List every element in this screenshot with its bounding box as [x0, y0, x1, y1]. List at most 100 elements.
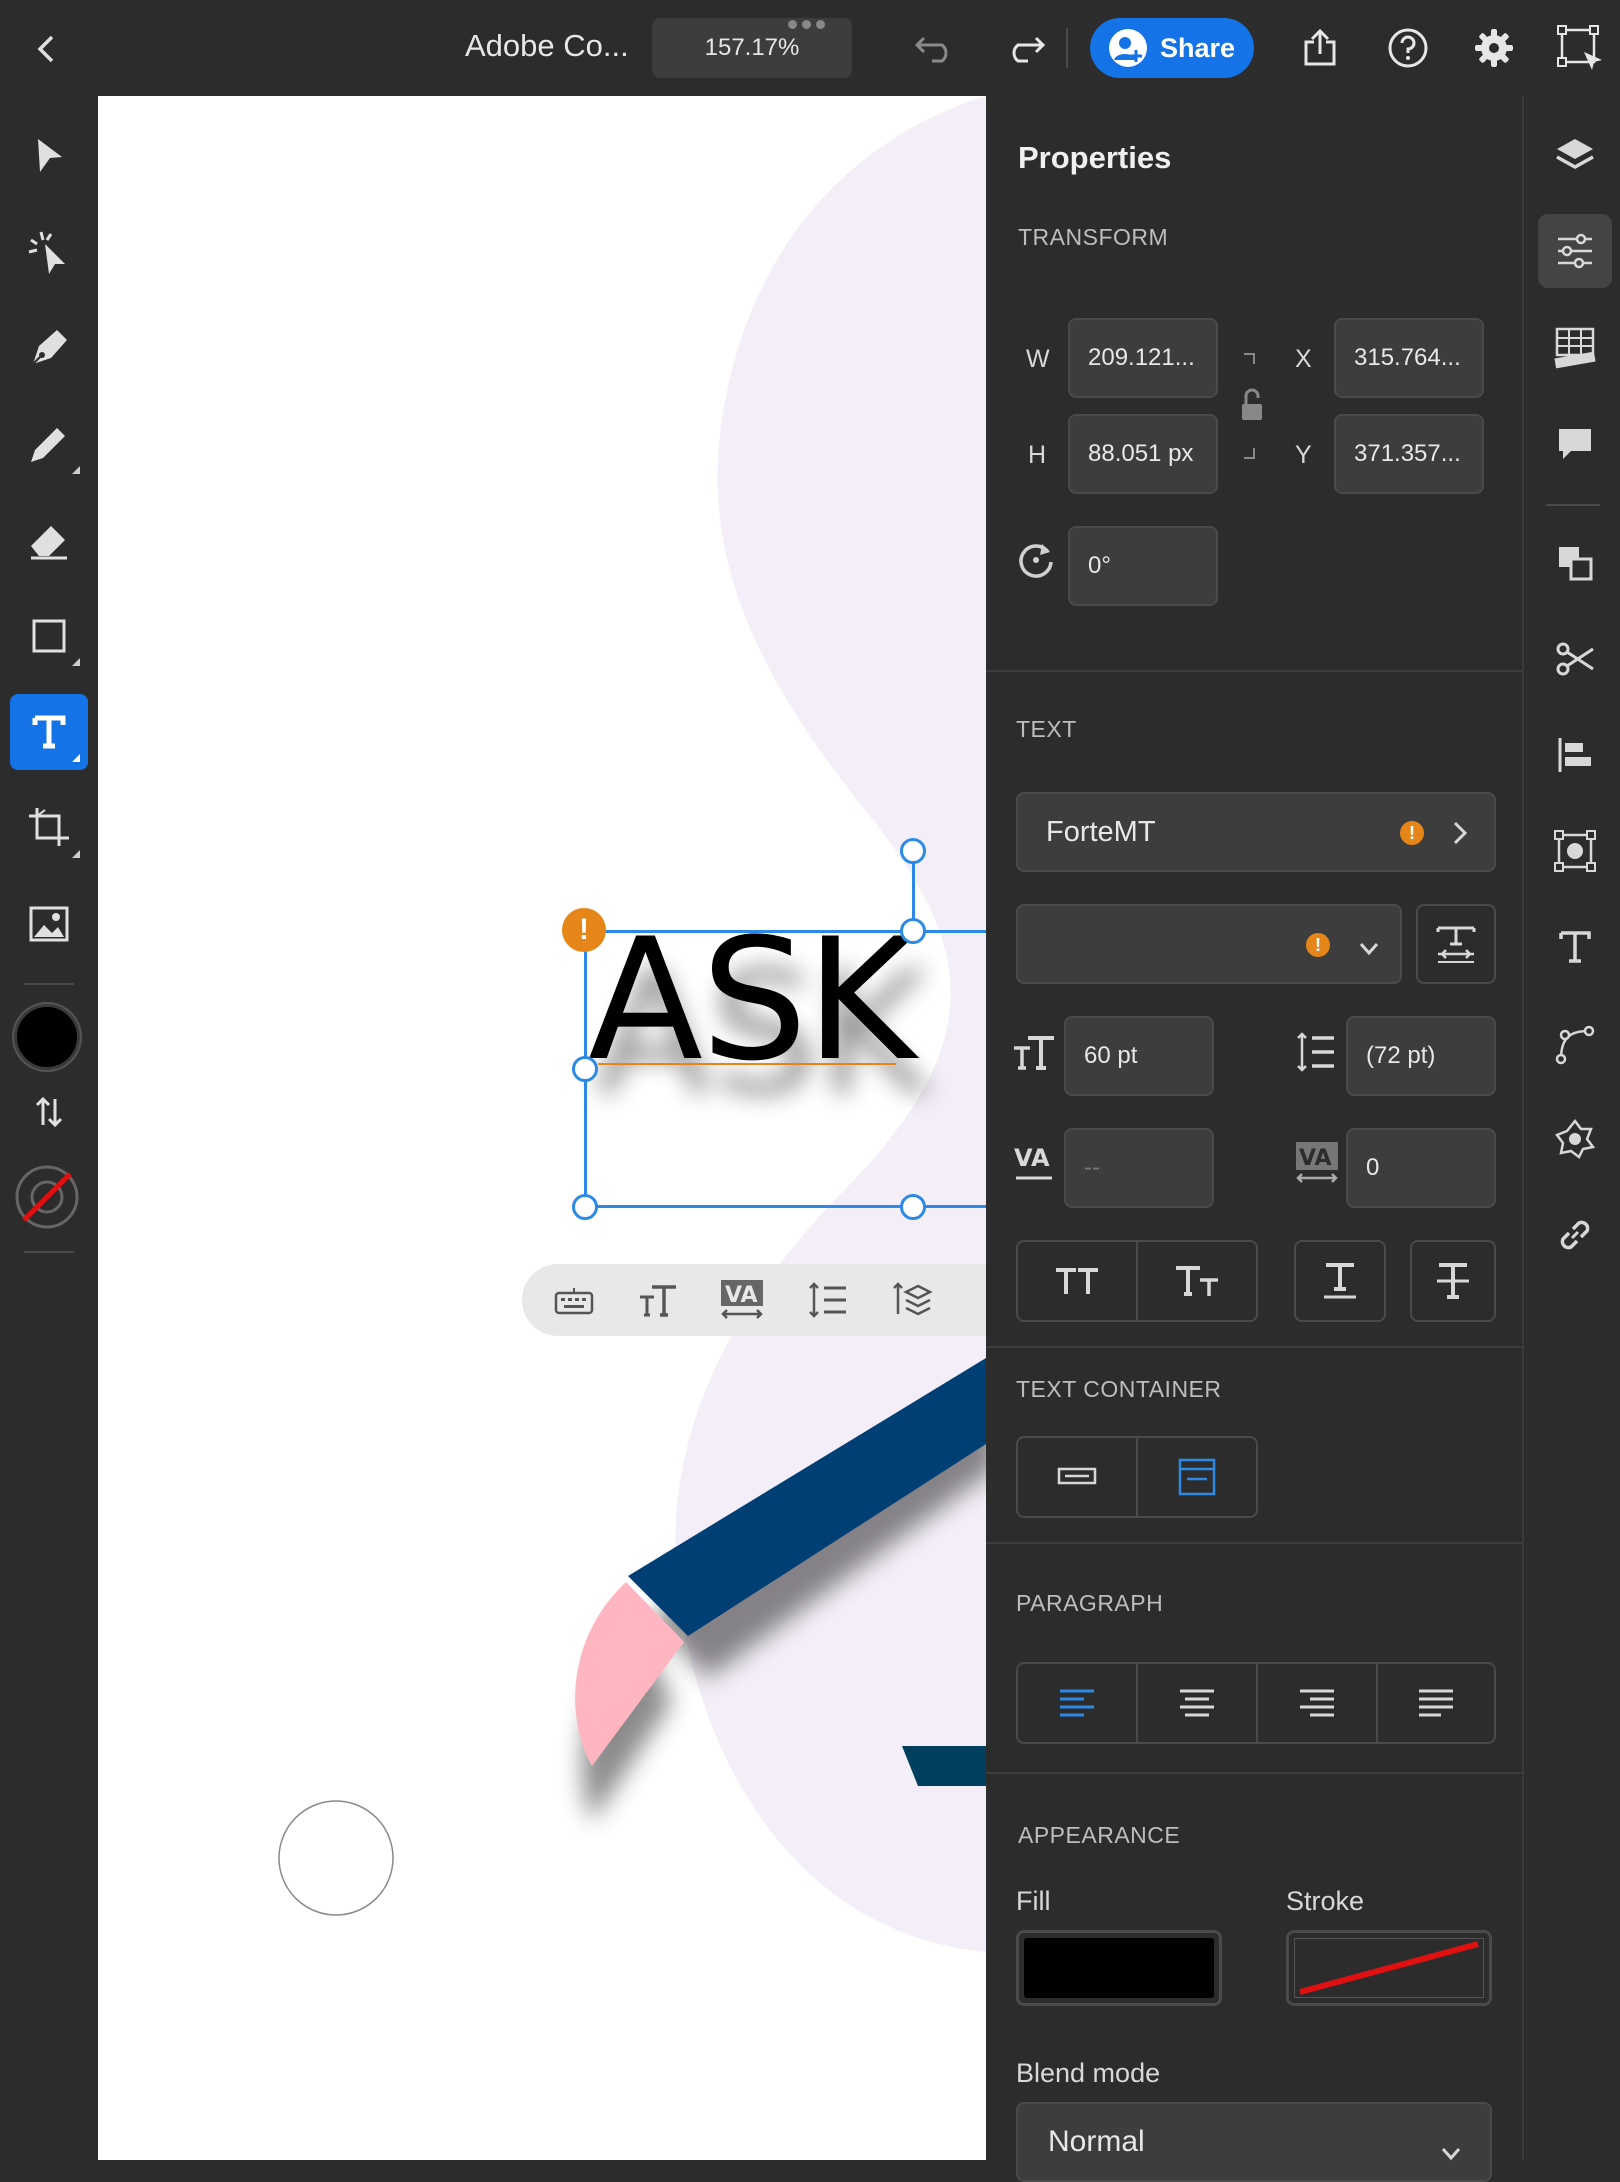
resize-handle-bottom-left[interactable] — [572, 1194, 598, 1220]
add-user-icon — [1108, 28, 1148, 68]
leading-icon[interactable] — [806, 1278, 850, 1322]
font-family-selector[interactable]: ForteMT ! — [1016, 792, 1496, 872]
document-title[interactable]: Adobe Co... — [465, 28, 629, 64]
comment-icon[interactable] — [1538, 406, 1612, 480]
resize-handle-bottom[interactable] — [900, 1194, 926, 1220]
back-icon[interactable] — [22, 24, 72, 74]
path-transform-icon[interactable] — [1552, 20, 1608, 76]
stroke-label: Stroke — [1286, 1886, 1365, 1916]
redo-icon[interactable] — [998, 24, 1052, 74]
stroke-swatch[interactable] — [1286, 1930, 1492, 2006]
settings-gear-icon[interactable] — [1468, 22, 1520, 74]
text-container-group — [1016, 1436, 1258, 1518]
text-container-section-title: TEXT CONTAINER — [1016, 1376, 1222, 1402]
help-icon[interactable] — [1382, 22, 1434, 74]
undo-icon[interactable] — [908, 24, 962, 74]
image-tool[interactable] — [10, 886, 88, 962]
missing-font-warning-icon[interactable]: ! — [562, 908, 606, 952]
boolean-shape-icon[interactable] — [1538, 814, 1612, 888]
link-icon[interactable] — [1538, 1198, 1612, 1272]
right-panel-rail — [1522, 96, 1620, 2160]
justify-button[interactable] — [1378, 1664, 1494, 1742]
align-left-button[interactable] — [1018, 1664, 1138, 1742]
scissors-icon[interactable] — [1538, 622, 1612, 696]
width-label: W — [1026, 345, 1050, 373]
eraser-tool[interactable] — [10, 502, 88, 578]
strikethrough-button[interactable] — [1410, 1240, 1496, 1322]
selection-tool[interactable] — [10, 118, 88, 194]
rotation-field[interactable]: 0° — [1068, 526, 1218, 606]
direct-selection-tool[interactable] — [10, 214, 88, 290]
point-text-icon — [1057, 1467, 1097, 1485]
y-label: Y — [1295, 441, 1312, 469]
keyboard-icon[interactable] — [552, 1278, 596, 1322]
toolbar-divider — [24, 983, 74, 985]
rotate-handle[interactable] — [900, 838, 926, 864]
font-size-field[interactable]: 60 pt — [1064, 1016, 1214, 1096]
drag-handle[interactable] — [788, 20, 830, 30]
path-anchor-icon[interactable] — [1538, 1006, 1612, 1080]
properties-sliders-icon[interactable] — [1538, 214, 1612, 288]
all-caps-icon — [1056, 1268, 1098, 1294]
underline-icon — [1324, 1263, 1356, 1299]
text-settings-button[interactable] — [1416, 904, 1496, 984]
underline-button[interactable] — [1294, 1240, 1386, 1322]
font-size-icon[interactable] — [636, 1278, 680, 1322]
text-section-title: TEXT — [1016, 716, 1077, 742]
resize-handle-left[interactable] — [572, 1056, 598, 1082]
type-panel-icon[interactable] — [1538, 910, 1612, 984]
panel-title: Properties — [1018, 140, 1172, 175]
missing-font-warning-icon: ! — [1400, 821, 1424, 845]
shape-tool[interactable] — [10, 598, 88, 674]
small-caps-button[interactable] — [1138, 1242, 1256, 1320]
area-text-button[interactable] — [1138, 1438, 1256, 1516]
pointer-arrow-icon — [38, 139, 62, 172]
swap-arrows-icon — [35, 1096, 63, 1128]
swap-colors-button[interactable] — [10, 1082, 88, 1142]
fill-color-swatch[interactable] — [14, 1004, 80, 1070]
chevron-down-icon — [1440, 2136, 1462, 2170]
y-position-field[interactable]: 371.357... — [1334, 414, 1484, 494]
pen-nib-icon — [32, 330, 67, 365]
align-right-button[interactable] — [1258, 1664, 1378, 1742]
tracking-icon[interactable]: VA — [718, 1276, 766, 1324]
grid-ruler-icon[interactable] — [1538, 310, 1612, 384]
artboard-canvas[interactable]: ASK ASK ! VA — [98, 96, 986, 2160]
missing-style-warning-icon: ! — [1306, 933, 1330, 957]
stroke-color-swatch[interactable] — [14, 1164, 80, 1230]
align-objects-icon[interactable] — [1538, 718, 1612, 792]
selection-box[interactable] — [584, 930, 986, 1208]
top-bar: Adobe Co... 157.17% Share — [0, 0, 1620, 96]
section-divider — [986, 670, 1522, 672]
area-text-icon — [1178, 1458, 1216, 1496]
x-position-field[interactable]: 315.764... — [1334, 318, 1484, 398]
align-center-button[interactable] — [1138, 1664, 1258, 1742]
text-tool[interactable] — [10, 694, 88, 770]
point-text-button[interactable] — [1018, 1438, 1138, 1516]
pen-tool[interactable] — [10, 310, 88, 386]
leading-field[interactable]: (72 pt) — [1346, 1016, 1496, 1096]
baseline-shift-icon[interactable] — [890, 1278, 934, 1322]
crop-transform-tool[interactable] — [10, 790, 88, 866]
blend-mode-label: Blend mode — [1016, 2058, 1161, 2088]
share-button[interactable]: Share — [1090, 18, 1254, 78]
arrange-icon[interactable] — [1538, 526, 1612, 600]
blend-mode-dropdown[interactable]: Normal — [1016, 2102, 1492, 2182]
transform-section-title: TRANSFORM — [1018, 224, 1169, 250]
align-right-icon — [1300, 1689, 1334, 1717]
resize-handle-top[interactable] — [900, 918, 926, 944]
height-field[interactable]: 88.051 px — [1068, 414, 1218, 494]
pencil-tool[interactable] — [10, 406, 88, 482]
width-field[interactable]: 209.121... — [1068, 318, 1218, 398]
plugins-icon[interactable] — [1538, 1102, 1612, 1176]
font-style-dropdown[interactable]: ! — [1016, 904, 1402, 984]
layers-icon[interactable] — [1538, 118, 1612, 192]
all-caps-button[interactable] — [1018, 1242, 1138, 1320]
constrain-proportions-lock-icon[interactable] — [1234, 346, 1268, 466]
export-icon[interactable] — [1294, 22, 1346, 74]
fill-swatch[interactable] — [1016, 1930, 1222, 2006]
kerning-field[interactable]: -- — [1064, 1128, 1214, 1208]
tracking-field[interactable]: 0 — [1346, 1128, 1496, 1208]
svg-text:VA: VA — [1014, 1144, 1050, 1172]
no-stroke-icon — [1293, 1937, 1485, 1999]
